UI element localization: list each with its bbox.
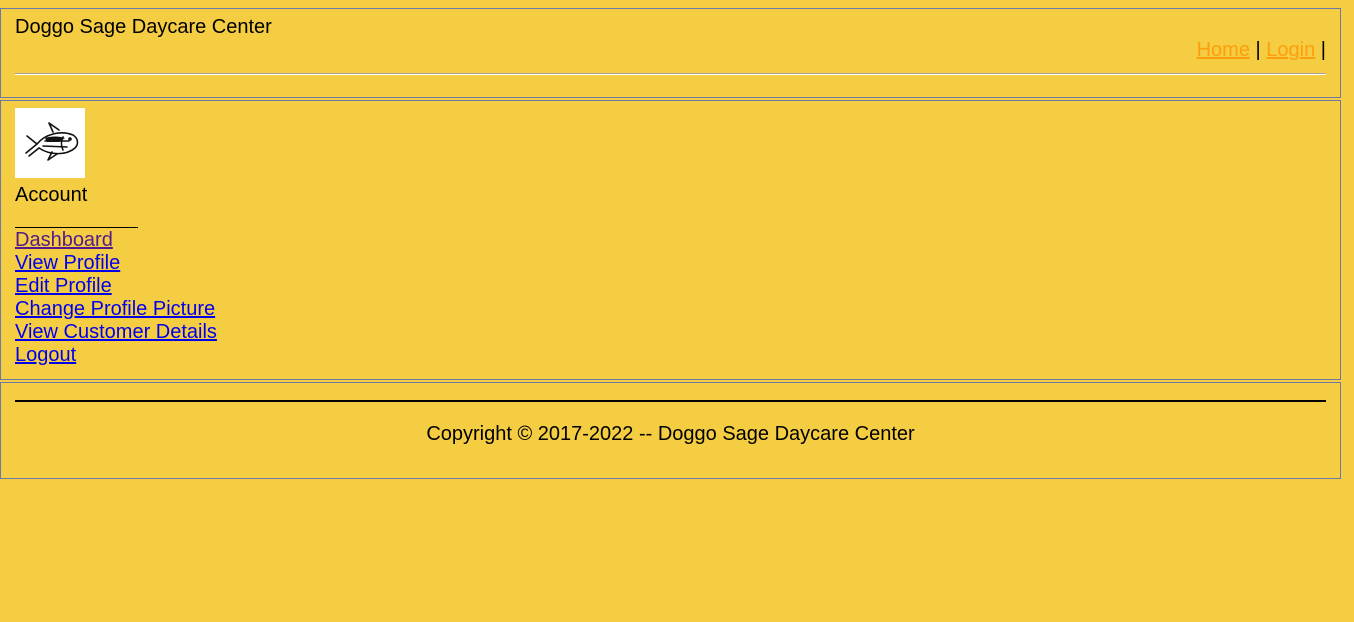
menu-item: Logout — [15, 344, 217, 367]
footer-divider — [15, 400, 1326, 402]
fish-sketch-icon — [25, 122, 79, 161]
header-divider — [15, 73, 1326, 75]
menu-link-change-profile-picture[interactable]: Change Profile Picture — [15, 298, 215, 320]
menu-link-view-profile[interactable]: View Profile — [15, 252, 120, 274]
nav-separator: | — [1320, 39, 1326, 61]
account-heading: Account — [15, 184, 88, 206]
nav-link-login[interactable]: Login — [1266, 39, 1315, 61]
site-title: Doggo Sage Daycare Center — [15, 16, 272, 38]
footer-frame: Copyright © 2017-2022 -- Doggo Sage Dayc… — [0, 382, 1341, 479]
menu-item: Edit Profile — [15, 275, 217, 298]
menu-item: View Customer Details — [15, 321, 217, 344]
menu-item: Dashboard — [15, 229, 217, 252]
copyright-text: Copyright © 2017-2022 -- Doggo Sage Dayc… — [426, 423, 915, 445]
header-frame: Doggo Sage Daycare Center Home | Login | — [0, 8, 1341, 98]
menu-item: View Profile — [15, 252, 217, 275]
menu-item: Change Profile Picture — [15, 298, 217, 321]
menu-link-dashboard[interactable]: Dashboard — [15, 229, 113, 251]
menu-link-view-customer-details[interactable]: View Customer Details — [15, 321, 217, 343]
menu-link-edit-profile[interactable]: Edit Profile — [15, 275, 112, 297]
heading-underline — [15, 227, 138, 228]
top-nav: Home | Login | — [1197, 38, 1326, 62]
content-frame: Account Dashboard View Profile Edit Prof… — [0, 100, 1341, 380]
account-menu: Dashboard View Profile Edit Profile Chan… — [15, 229, 217, 367]
nav-separator: | — [1255, 39, 1261, 61]
menu-link-logout[interactable]: Logout — [15, 344, 76, 366]
profile-avatar — [15, 108, 85, 178]
nav-link-home[interactable]: Home — [1197, 39, 1250, 61]
